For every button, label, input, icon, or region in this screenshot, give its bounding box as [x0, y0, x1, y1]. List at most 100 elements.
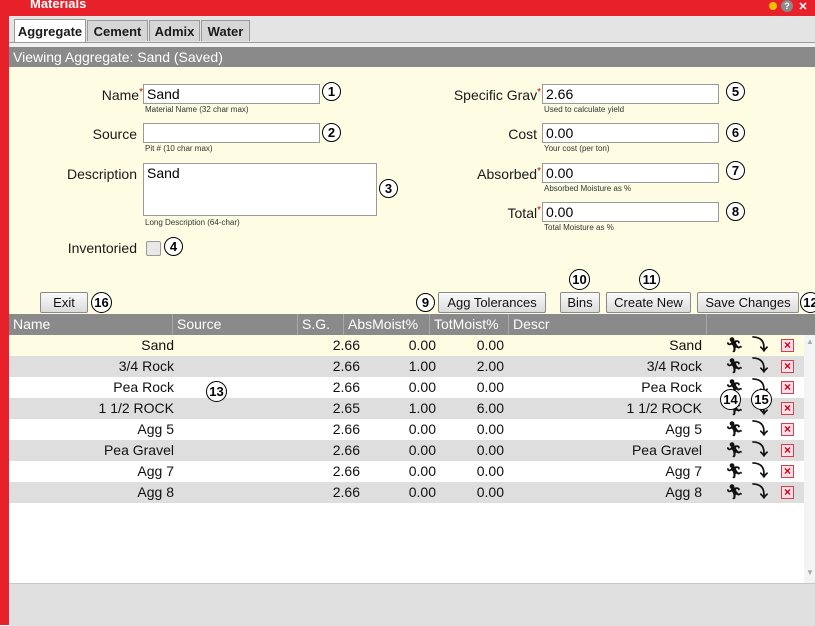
cell-abs: 1.00: [408, 358, 436, 374]
exit-button[interactable]: Exit: [40, 292, 88, 313]
cell-name: Agg 5: [137, 421, 174, 437]
name-hint: Material Name (32 char max): [145, 105, 249, 114]
move-icon[interactable]: ⤵︎: [752, 440, 768, 461]
cell-source: [179, 335, 309, 356]
create-new-button[interactable]: Create New: [606, 292, 691, 313]
move-icon[interactable]: ⤵︎: [752, 335, 768, 356]
scroll-down-icon[interactable]: ▼: [806, 568, 814, 577]
cell-tot: 0.00: [476, 379, 504, 395]
source-field[interactable]: [143, 123, 320, 143]
table-row[interactable]: Sand 2.66 0.00 0.00 Sand 🏃︎ ⤵︎ ×: [9, 335, 804, 356]
source-label: Source: [92, 126, 137, 142]
delete-icon[interactable]: ×: [781, 423, 794, 436]
absorbed-field[interactable]: 0.00: [542, 163, 719, 183]
run-icon[interactable]: 🏃︎: [725, 440, 744, 461]
save-changes-button[interactable]: Save Changes: [697, 292, 799, 313]
inventoried-checkbox[interactable]: [146, 241, 161, 256]
table-row[interactable]: Agg 8 2.66 0.00 0.00 Agg 8 🏃︎ ⤵︎ ×: [9, 482, 804, 503]
cost-field[interactable]: 0.00: [542, 123, 719, 143]
scroll-up-icon[interactable]: ▲: [806, 337, 814, 346]
col-name[interactable]: Name: [9, 314, 173, 335]
name-label: Name*: [101, 87, 143, 103]
run-icon[interactable]: 🏃︎: [725, 482, 744, 503]
cell-source: [179, 356, 309, 377]
delete-icon[interactable]: ×: [781, 444, 794, 457]
delete-icon[interactable]: ×: [781, 465, 794, 478]
marker-14: 14: [720, 389, 741, 410]
col-absmoist[interactable]: AbsMoist%: [344, 314, 430, 335]
specific-grav-hint: Used to calculate yield: [544, 105, 625, 114]
close-icon[interactable]: ✕: [797, 0, 809, 13]
table-row[interactable]: Agg 5 2.66 0.00 0.00 Agg 5 🏃︎ ⤵︎ ×: [9, 419, 804, 440]
grid-scrollbar[interactable]: ▲ ▼: [804, 335, 815, 583]
specific-grav-label: Specific Grav*: [453, 87, 541, 103]
marker-7: 7: [726, 161, 745, 180]
marker-3: 3: [379, 179, 398, 198]
cell-abs: 0.00: [408, 379, 436, 395]
table-row[interactable]: 3/4 Rock 2.66 1.00 2.00 3/4 Rock 🏃︎ ⤵︎ ×: [9, 356, 804, 377]
cell-abs: 0.00: [408, 337, 436, 353]
title-icons: ? ✕: [769, 0, 809, 13]
description-field[interactable]: Sand: [143, 163, 377, 216]
tab-water[interactable]: Water: [201, 20, 250, 41]
marker-9: 9: [416, 293, 435, 312]
cell-source: [179, 419, 309, 440]
cell-name: 3/4 Rock: [118, 358, 174, 374]
marker-8: 8: [726, 202, 745, 221]
col-totmoist[interactable]: TotMoist%: [430, 314, 509, 335]
delete-icon[interactable]: ×: [781, 339, 794, 352]
marker-1: 1: [322, 82, 341, 101]
cell-name: Agg 8: [137, 484, 174, 500]
window-title: Materials: [30, 0, 87, 11]
cost-hint: Your cost (per ton): [544, 144, 610, 153]
description-label: Description: [66, 166, 137, 182]
marker-4: 4: [164, 237, 183, 256]
cell-abs: 0.00: [408, 484, 436, 500]
cell-abs: 0.00: [408, 442, 436, 458]
run-icon[interactable]: 🏃︎: [725, 419, 744, 440]
run-icon[interactable]: 🏃︎: [725, 335, 744, 356]
delete-icon[interactable]: ×: [781, 360, 794, 373]
total-label: Total*: [507, 205, 541, 221]
col-source[interactable]: Source: [173, 314, 298, 335]
grid-header: Name Source S.G. AbsMoist% TotMoist% Des…: [9, 314, 815, 335]
cell-descr: Pea Rock: [641, 379, 702, 395]
table-row[interactable]: Pea Rock 2.66 0.00 0.00 Pea Rock 🏃︎ ⤵︎ ×: [9, 377, 804, 398]
cell-tot: 0.00: [476, 463, 504, 479]
cell-tot: 0.00: [476, 442, 504, 458]
help-icon[interactable]: ?: [781, 0, 793, 12]
run-icon[interactable]: 🏃︎: [725, 356, 744, 377]
agg-tolerances-button[interactable]: Agg Tolerances: [438, 292, 546, 313]
move-icon[interactable]: ⤵︎: [752, 356, 768, 377]
tab-aggregate[interactable]: Aggregate: [14, 19, 86, 42]
marker-16: 16: [91, 292, 112, 313]
cell-abs: 1.00: [408, 400, 436, 416]
move-icon[interactable]: ⤵︎: [752, 482, 768, 503]
delete-icon[interactable]: ×: [781, 381, 794, 394]
tab-bar: Aggregate Cement Admix Water: [9, 16, 815, 43]
move-icon[interactable]: ⤵︎: [752, 419, 768, 440]
materials-panel: Aggregate Cement Admix Water Viewing Agg…: [9, 16, 815, 626]
run-icon[interactable]: 🏃︎: [725, 461, 744, 482]
cell-source: [179, 398, 309, 419]
total-field[interactable]: 0.00: [542, 202, 719, 222]
table-row[interactable]: 1 1/2 ROCK2.651.006.001 1/2 ROCK🏃︎⤵︎×: [9, 398, 804, 419]
name-field[interactable]: Sand: [143, 84, 320, 104]
delete-icon[interactable]: ×: [781, 402, 794, 415]
move-icon[interactable]: ⤵︎: [752, 461, 768, 482]
delete-icon[interactable]: ×: [781, 486, 794, 499]
total-hint: Total Moisture as %: [544, 223, 614, 232]
tab-admix[interactable]: Admix: [149, 20, 200, 41]
table-row[interactable]: Agg 7 2.66 0.00 0.00 Agg 7 🏃︎ ⤵︎ ×: [9, 461, 804, 482]
tab-cement[interactable]: Cement: [87, 20, 148, 41]
table-row[interactable]: Pea Gravel 2.66 0.00 0.00 Pea Gravel 🏃︎ ⤵︎ ×: [9, 440, 804, 461]
marker-6: 6: [726, 123, 745, 142]
col-sg[interactable]: S.G.: [298, 314, 344, 335]
bins-button[interactable]: Bins: [560, 292, 600, 313]
aggregate-form: Name* Sand Material Name (32 char max) 1…: [9, 67, 815, 314]
cell-descr: Sand: [669, 337, 702, 353]
col-descr[interactable]: Descr: [509, 314, 707, 335]
specific-grav-field[interactable]: 2.66: [542, 84, 719, 104]
pin-icon[interactable]: [769, 2, 777, 10]
marker-13: 13: [206, 381, 227, 402]
